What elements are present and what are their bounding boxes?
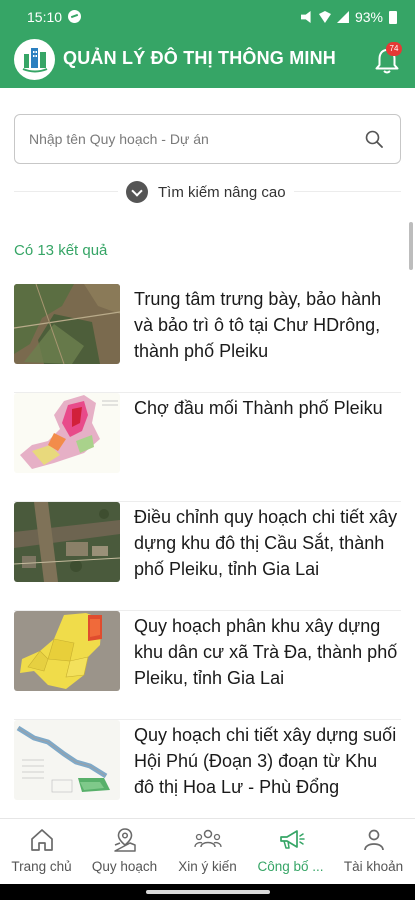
status-indicators: 93% bbox=[300, 9, 397, 25]
results-list: Trung tâm trưng bày, bảo hành và bảo trì… bbox=[14, 284, 401, 829]
advanced-search-label: Tìm kiếm nâng cao bbox=[158, 183, 286, 201]
nav-label-home: Trang chủ bbox=[11, 859, 72, 874]
battery-percent: 93% bbox=[354, 9, 383, 25]
satellite-map-thumbnail bbox=[14, 284, 120, 364]
list-item[interactable]: Trung tâm trưng bày, bảo hành và bảo trì… bbox=[14, 284, 401, 393]
notification-badge: 74 bbox=[386, 42, 402, 56]
home-icon bbox=[30, 829, 53, 851]
list-item[interactable]: Điều chỉnh quy hoạch chi tiết xây dựng k… bbox=[14, 502, 401, 611]
plan-drawing-thumbnail bbox=[14, 720, 120, 800]
map-pin-icon bbox=[113, 828, 136, 852]
battery-icon bbox=[389, 10, 397, 24]
result-count: Có 13 kết quả bbox=[14, 242, 108, 259]
nav-item-planning[interactable]: Quy hoạch bbox=[83, 819, 166, 884]
gesture-bar bbox=[0, 884, 415, 900]
chevron-down-icon bbox=[126, 181, 148, 203]
district-map-thumbnail bbox=[14, 611, 120, 691]
list-item[interactable]: Quy hoạch chi tiết xây dựng suối Hội Phú… bbox=[14, 720, 401, 829]
search-input[interactable] bbox=[29, 115, 349, 163]
item-title: Trung tâm trưng bày, bảo hành và bảo trì… bbox=[134, 289, 382, 361]
search-box bbox=[14, 114, 401, 164]
scrollbar[interactable] bbox=[409, 222, 413, 270]
nav-label-planning: Quy hoạch bbox=[91, 859, 158, 874]
item-title: Chợ đầu mối Thành phố Pleiku bbox=[134, 398, 383, 418]
signal-icon bbox=[336, 11, 349, 23]
wifi-icon bbox=[318, 11, 331, 23]
item-title: Điều chỉnh quy hoạch chi tiết xây dựng k… bbox=[134, 507, 398, 579]
app-screen: 15:10 93% QUẢN LÝ ĐÔ THỊ THÔNG MINH 74 N… bbox=[0, 0, 415, 900]
list-item[interactable]: Chợ đầu mối Thành phố Pleiku bbox=[14, 393, 401, 502]
people-icon bbox=[193, 829, 222, 848]
megaphone-icon bbox=[279, 830, 305, 849]
nav-item-home[interactable]: Trang chủ bbox=[0, 819, 83, 884]
status-bar: 15:10 93% bbox=[0, 0, 415, 34]
advanced-search-toggle[interactable]: Tìm kiếm nâng cao bbox=[118, 180, 294, 204]
nav-label-feedback: Xin ý kiến bbox=[178, 859, 237, 874]
mute-icon bbox=[300, 11, 311, 23]
nav-item-feedback[interactable]: Xin ý kiến bbox=[166, 819, 249, 884]
user-icon bbox=[363, 829, 384, 851]
app-logo bbox=[14, 39, 55, 80]
list-item[interactable]: Quy hoạch phân khu xây dựng khu dân cư x… bbox=[14, 611, 401, 720]
zoning-map-thumbnail bbox=[14, 393, 120, 473]
app-bar: QUẢN LÝ ĐÔ THỊ THÔNG MINH 74 bbox=[0, 34, 415, 88]
nav-label-announcements: Công bố ... bbox=[257, 859, 324, 874]
status-time: 15:10 bbox=[27, 9, 63, 25]
app-title: QUẢN LÝ ĐÔ THỊ THÔNG MINH bbox=[63, 48, 336, 68]
item-title: Quy hoạch chi tiết xây dựng suối Hội Phú… bbox=[134, 725, 397, 797]
nav-label-account: Tài khoản bbox=[343, 859, 404, 874]
search-icon[interactable] bbox=[364, 129, 384, 149]
aerial-photo-thumbnail bbox=[14, 502, 120, 582]
item-title: Quy hoạch phân khu xây dựng khu dân cư x… bbox=[134, 616, 398, 688]
bottom-nav: Trang chủ Quy hoạch Xin ý kiến Công bố .… bbox=[0, 818, 415, 884]
nav-item-account[interactable]: Tài khoản bbox=[332, 819, 415, 884]
home-indicator[interactable] bbox=[146, 890, 270, 894]
messenger-icon bbox=[68, 10, 81, 23]
city-logo-icon bbox=[22, 48, 48, 73]
nav-item-announcements[interactable]: Công bố ... bbox=[249, 819, 332, 884]
